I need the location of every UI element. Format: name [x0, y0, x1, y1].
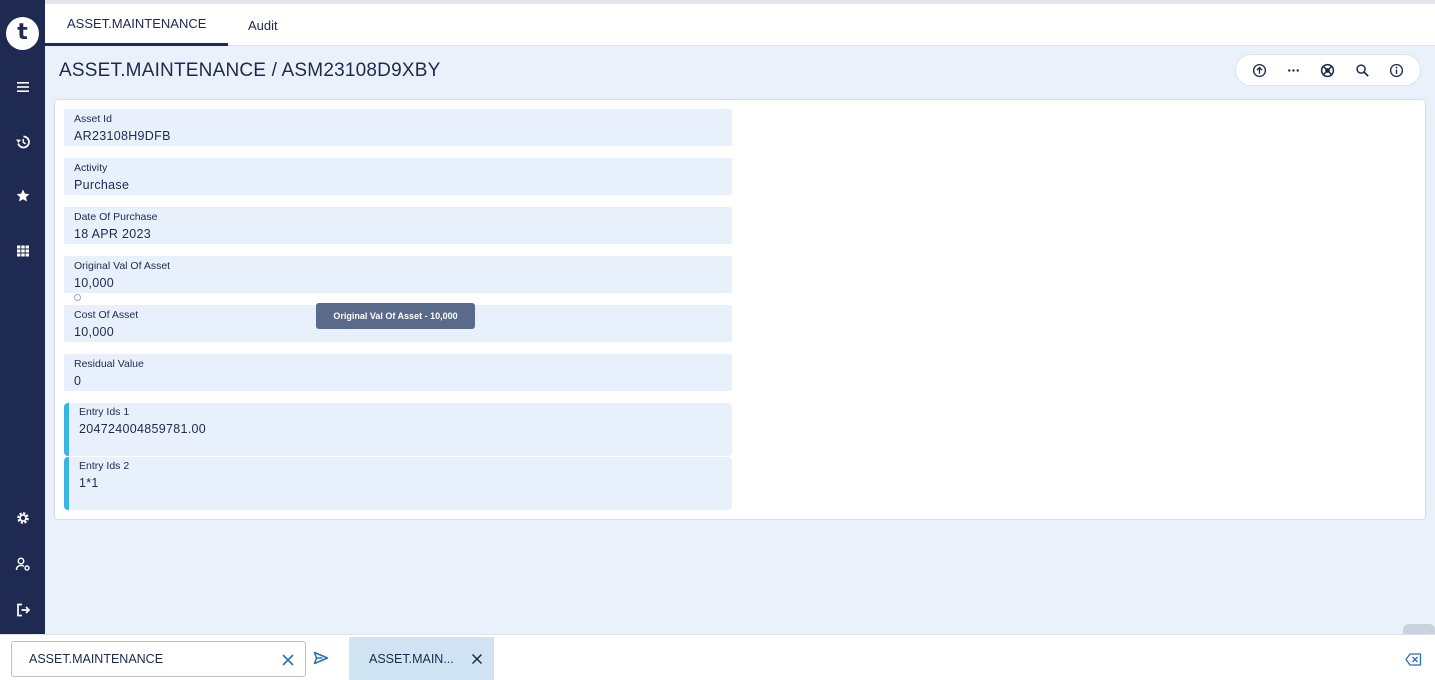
field-date-of-purchase: Date Of Purchase 18 APR 2023 — [64, 207, 732, 244]
tab-audit[interactable]: Audit — [226, 4, 300, 46]
history-icon[interactable] — [0, 130, 45, 154]
upload-icon[interactable] — [1246, 57, 1272, 83]
bottom-command-bar: ASSET.MAIN... — [0, 634, 1435, 680]
top-tab-bar: ASSET.MAINTENANCE Audit — [45, 0, 1435, 46]
close-icon[interactable] — [471, 653, 483, 665]
main-content: ASSET.MAINTENANCE / ASM23108D9XBY Asset … — [45, 46, 1435, 636]
field-activity: Activity Purchase — [64, 158, 732, 195]
field-label: Entry Ids 2 — [79, 460, 130, 472]
field-value[interactable]: 0 — [74, 374, 81, 388]
asset-details-card: Asset Id AR23108H9DFB Activity Purchase … — [54, 99, 1426, 520]
field-value[interactable]: 10,000 — [74, 325, 114, 339]
more-icon[interactable] — [1281, 57, 1307, 83]
field-value[interactable]: 1*1 — [79, 476, 99, 490]
tab-asset-maintenance[interactable]: ASSET.MAINTENANCE — [45, 4, 229, 46]
menu-icon[interactable] — [0, 75, 45, 99]
info-dot-icon — [74, 294, 81, 301]
tooltip: Original Val Of Asset - 10,000 — [316, 303, 475, 329]
field-label: Cost Of Asset — [74, 309, 139, 321]
field-original-val-of-asset: Original Val Of Asset 10,000 — [64, 256, 732, 293]
user-settings-icon[interactable] — [0, 552, 45, 576]
field-value[interactable]: 10,000 — [74, 276, 114, 290]
logout-icon[interactable] — [0, 598, 45, 622]
field-label: Original Val Of Asset — [74, 260, 171, 272]
star-icon[interactable] — [0, 184, 45, 208]
grid-icon[interactable] — [0, 239, 45, 263]
settings-icon[interactable] — [0, 506, 45, 530]
field-residual-value: Residual Value 0 — [64, 354, 732, 391]
field-entry-ids-1: Entry Ids 1 204724004859781.00 — [64, 403, 732, 456]
command-input[interactable] — [12, 642, 272, 676]
field-value[interactable]: AR23108H9DFB — [74, 129, 171, 143]
page-title: ASSET.MAINTENANCE / ASM23108D9XBY — [59, 60, 441, 81]
search-icon[interactable] — [1349, 57, 1375, 83]
field-label: Entry Ids 1 — [79, 406, 130, 418]
globe-icon[interactable] — [1315, 57, 1341, 83]
open-tab-label: ASSET.MAIN... — [369, 652, 454, 666]
field-value[interactable]: 204724004859781.00 — [79, 422, 206, 436]
toolbar — [1235, 54, 1421, 86]
field-value[interactable]: Purchase — [74, 178, 129, 192]
command-input-box — [11, 641, 306, 677]
open-tab-asset-maintenance[interactable]: ASSET.MAIN... — [349, 637, 494, 680]
field-label: Residual Value — [74, 358, 144, 370]
clear-all-icon[interactable] — [1405, 653, 1422, 666]
clear-icon[interactable] — [281, 653, 295, 667]
info-icon[interactable] — [1384, 57, 1410, 83]
field-label: Asset Id — [74, 113, 112, 125]
send-icon[interactable] — [313, 650, 329, 666]
field-label: Date Of Purchase — [74, 211, 158, 223]
app-logo[interactable]: t — [6, 17, 39, 50]
field-value[interactable]: 18 APR 2023 — [74, 227, 151, 241]
field-entry-ids-2: Entry Ids 2 1*1 — [64, 457, 732, 510]
field-asset-id: Asset Id AR23108H9DFB — [64, 109, 732, 146]
sidebar: t — [0, 0, 45, 634]
field-label: Activity — [74, 162, 108, 174]
